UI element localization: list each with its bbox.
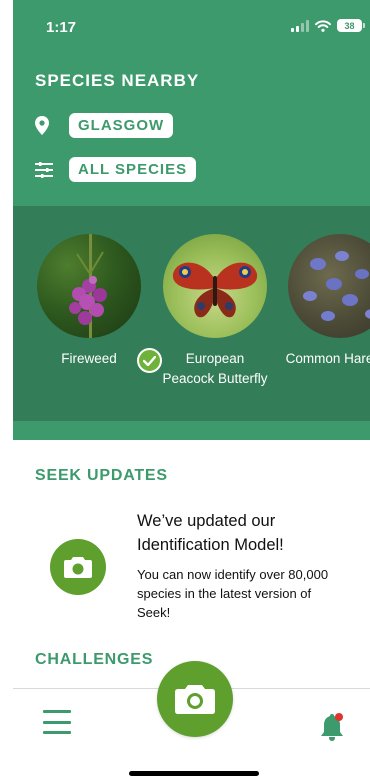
camera-icon	[175, 685, 215, 714]
wifi-icon	[315, 19, 331, 32]
section-title-challenges: CHALLENGES	[35, 651, 154, 668]
battery-level: 38	[344, 20, 355, 31]
map-pin-icon	[35, 116, 49, 135]
home-indicator	[129, 771, 259, 776]
status-time: 1:17	[46, 19, 77, 36]
species-card-fireweed[interactable]: Fireweed	[34, 234, 162, 373]
species-name: Common Harebell	[285, 351, 370, 366]
species-filter-pill[interactable]: ALL SPECIES	[69, 157, 197, 182]
status-bar: 1:17 38	[13, 0, 370, 56]
signal-icon	[291, 19, 309, 32]
species-name: European Peacock Butterfly	[162, 351, 268, 386]
species-nearby-header: 1:17 38 SPECIES NEARBY GLASGOW ALL SPECI…	[13, 0, 370, 440]
species-carousel[interactable]: Fireweed European Peacock Butterfly Comm…	[13, 206, 370, 421]
status-icons: 38	[291, 19, 365, 32]
update-camera-icon	[50, 539, 106, 595]
location-filter[interactable]: GLASGOW	[35, 113, 174, 138]
species-name: Fireweed	[61, 351, 117, 366]
species-card-common-harebell[interactable]: Common Harebell	[285, 234, 370, 369]
notifications-button[interactable]	[317, 712, 347, 742]
sliders-icon	[35, 161, 53, 178]
bell-icon	[321, 713, 343, 741]
location-pill[interactable]: GLASGOW	[69, 113, 174, 138]
camera-button[interactable]	[157, 661, 233, 737]
update-body: You can now identify over 80,000 species…	[137, 567, 329, 620]
battery-icon: 38	[337, 19, 365, 32]
update-title: We’ve updated our Identification Model!	[137, 512, 284, 554]
menu-icon[interactable]	[43, 710, 71, 734]
section-title-updates: SEEK UPDATES	[35, 467, 168, 484]
species-photo-peacock-butterfly	[163, 234, 267, 338]
species-photo-fireweed	[37, 234, 141, 338]
observed-check-icon	[137, 348, 162, 373]
species-filter[interactable]: ALL SPECIES	[35, 157, 197, 182]
species-photo-common-harebell	[288, 234, 370, 338]
species-card-peacock-butterfly[interactable]: European Peacock Butterfly	[160, 234, 270, 389]
page-title: SPECIES NEARBY	[35, 71, 200, 90]
